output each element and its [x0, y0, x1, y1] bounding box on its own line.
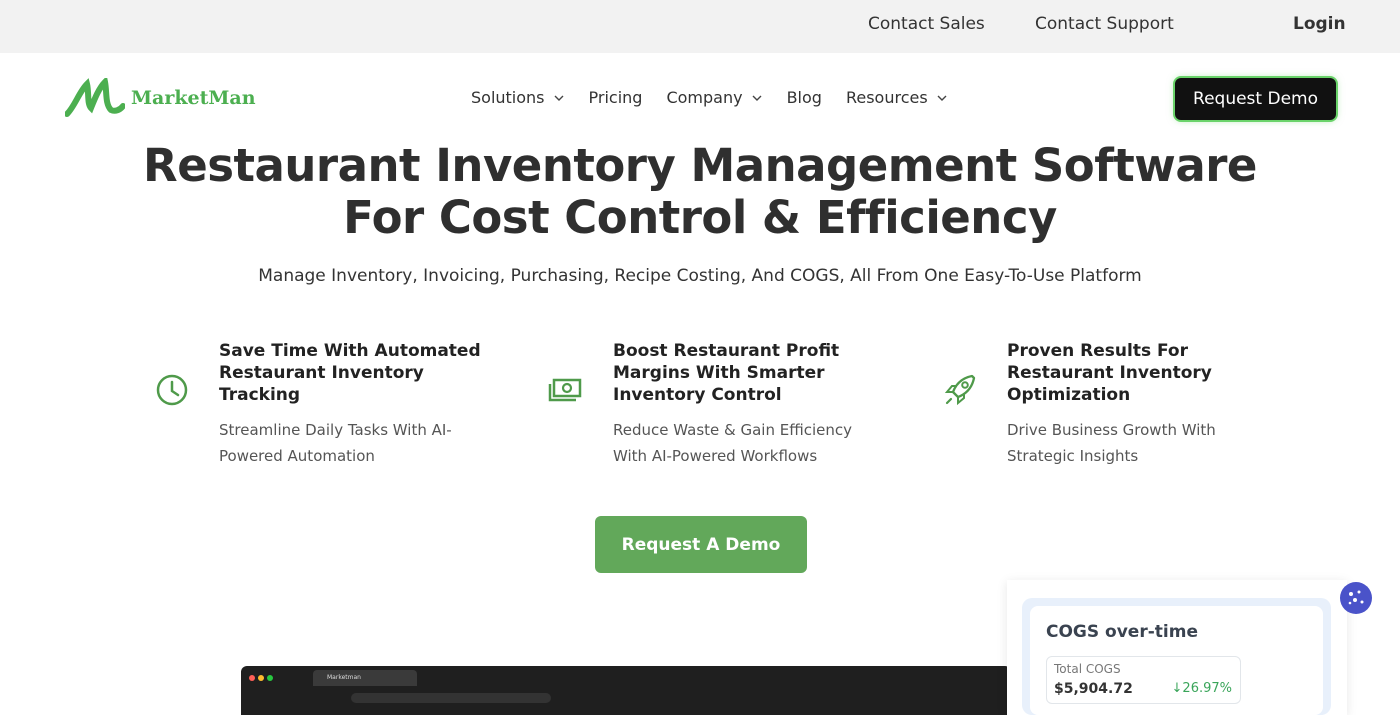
window-close-dot	[249, 675, 255, 681]
total-cogs-value: $5,904.72	[1054, 681, 1133, 697]
nav-solutions-label: Solutions	[471, 88, 545, 107]
login-link[interactable]: Login	[1293, 14, 1346, 34]
nav-resources[interactable]: Resources	[846, 88, 948, 107]
contact-sales-link[interactable]: Contact Sales	[868, 14, 985, 34]
nav-blog[interactable]: Blog	[787, 88, 822, 107]
cookie-icon	[1348, 590, 1364, 605]
money-icon	[548, 378, 582, 402]
feature-title: Boost Restaurant Profit Margins With Sma…	[613, 341, 840, 405]
feature-description: Streamline Daily Tasks With AI-Powered A…	[219, 421, 452, 465]
feature-title: Proven Results For Restaurant Inventory …	[1007, 341, 1212, 405]
browser-preview-image: Marketman	[241, 666, 1011, 715]
nav-solutions[interactable]: Solutions	[471, 88, 565, 107]
cookie-settings-button[interactable]	[1340, 582, 1372, 614]
browser-tab: Marketman	[313, 670, 417, 686]
hero-title-line-1: Restaurant Inventory Management Software	[143, 139, 1257, 192]
cogs-card-frame: COGS over-time Total COGS $5,904.72 ↓26.…	[1022, 598, 1331, 715]
feature-description: Reduce Waste & Gain Efficiency With AI-P…	[613, 421, 852, 465]
request-demo-button[interactable]: Request Demo	[1175, 78, 1336, 120]
chevron-down-icon	[752, 95, 762, 101]
cogs-card: COGS over-time Total COGS $5,904.72 ↓26.…	[1007, 580, 1347, 715]
rocket-icon	[944, 374, 976, 406]
hero-subtitle: Manage Inventory, Invoicing, Purchasing,…	[258, 266, 1142, 286]
nav-blog-label: Blog	[786, 88, 822, 107]
chevron-down-icon	[937, 95, 947, 101]
total-cogs-stat: Total COGS $5,904.72 ↓26.97%	[1046, 656, 1241, 704]
brand-logo[interactable]: MarketMan	[65, 78, 256, 118]
total-cogs-change: ↓26.97%	[1171, 681, 1232, 696]
window-maximize-dot	[267, 675, 273, 681]
nav-company-label: Company	[666, 88, 743, 107]
feature-description: Drive Business Growth With Strategic Ins…	[1007, 421, 1216, 465]
cogs-card-panel: COGS over-time Total COGS $5,904.72 ↓26.…	[1030, 606, 1323, 715]
window-minimize-dot	[258, 675, 264, 681]
nav-pricing[interactable]: Pricing	[589, 88, 643, 107]
feature-title: Save Time With Automated Restaurant Inve…	[219, 341, 481, 405]
cogs-title: COGS over-time	[1046, 622, 1198, 642]
contact-support-link[interactable]: Contact Support	[1035, 14, 1174, 34]
top-utility-bar: Contact Sales Contact Support Login	[0, 0, 1400, 53]
clock-icon	[156, 374, 188, 406]
total-cogs-label: Total COGS	[1054, 662, 1121, 676]
nav-resources-label: Resources	[845, 88, 928, 107]
browser-url-bar	[351, 693, 551, 703]
brand-name: MarketMan	[131, 87, 256, 109]
request-a-demo-button[interactable]: Request A Demo	[595, 516, 807, 573]
hero-title: Restaurant Inventory Management Software…	[0, 140, 1400, 244]
nav-company[interactable]: Company	[666, 88, 762, 107]
marketman-logo-icon	[65, 78, 125, 117]
chevron-down-icon	[554, 95, 564, 101]
main-nav: Solutions Pricing Company Blog Resources	[471, 88, 972, 107]
hero-title-line-2: For Cost Control & Efficiency	[343, 191, 1057, 244]
nav-pricing-label: Pricing	[588, 88, 643, 107]
